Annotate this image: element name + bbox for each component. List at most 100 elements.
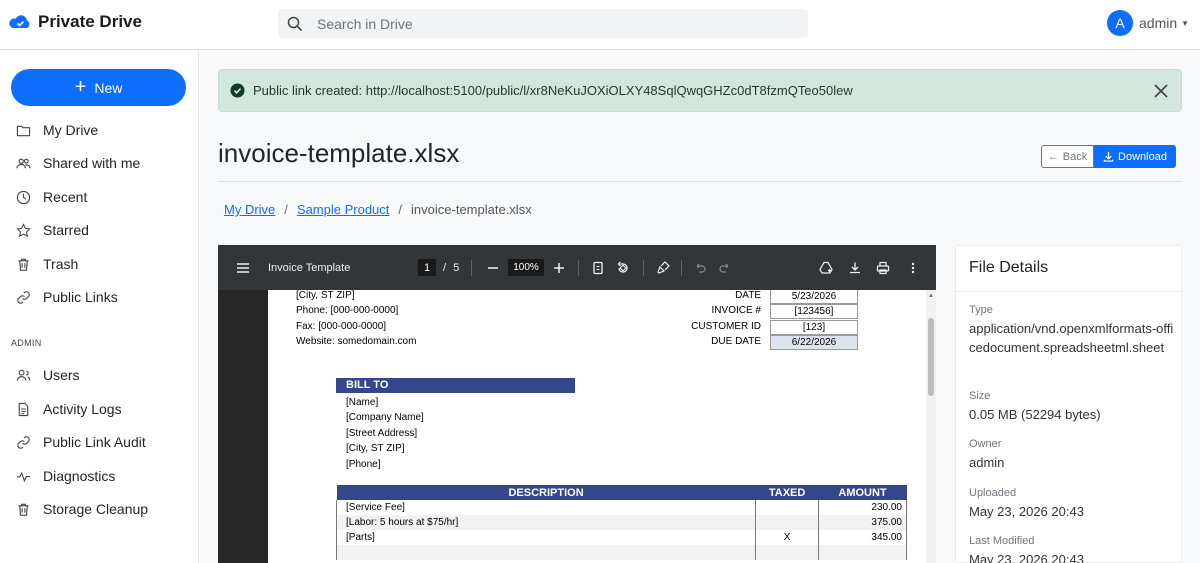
item-description: [Parts] [335,530,757,545]
sidebar-item-label: My Drive [43,122,99,138]
fit-page-icon[interactable] [591,245,605,290]
customer-id-label: CUSTOMER ID [691,321,761,332]
bill-to-line: [Phone] [346,459,381,470]
clock-icon [16,190,31,204]
address-line: Phone: [000-000-0000] [296,305,399,316]
item-taxed [755,500,820,515]
zoom-in-icon[interactable] [552,245,566,290]
more-options-icon[interactable] [906,245,920,290]
item-taxed [755,545,820,560]
toolbar-divider [578,260,579,276]
type-label: Type [969,304,993,316]
file-details-heading: File Details [969,259,1049,276]
viewer-scrollbar[interactable]: ▲ [926,290,936,563]
page-input-wrap: 1 / 5 [418,245,459,290]
sidebar-item-activity-logs[interactable]: Activity Logs [16,401,122,417]
page-separator: / [443,261,447,274]
avatar: A [1107,10,1133,36]
rotate-icon[interactable] [616,245,630,290]
sidebar-item-diagnostics[interactable]: Diagnostics [16,468,115,484]
zoom-wrap: 100% [508,245,544,290]
sidebar-item-label: Trash [43,256,79,272]
table-row: [Parts] X 345.00 [335,530,907,545]
menu-icon[interactable] [236,245,250,290]
breadcrumb-link-my-drive[interactable]: My Drive [224,202,275,217]
sidebar-item-my-drive[interactable]: My Drive [16,122,98,138]
column-header-amount: AMOUNT [818,485,907,500]
back-button[interactable]: ← Back [1041,145,1094,168]
download-icon [1103,151,1114,162]
check-circle-icon [230,83,245,98]
redo-icon[interactable] [718,245,732,290]
sidebar-item-shared[interactable]: Shared with me [16,155,140,171]
bill-to-line: [Street Address] [346,428,418,439]
pdf-page: [City, ST ZIP] Phone: [000-000-0000] Fax… [268,290,926,563]
item-taxed [755,515,820,530]
sidebar-item-users[interactable]: Users [16,367,80,383]
viewer-toolbar: Invoice Template 1 / 5 100% [218,245,936,290]
sidebar-item-label: Storage Cleanup [43,501,149,517]
print-icon[interactable] [876,245,890,290]
user-name: admin [1139,15,1178,31]
item-amount: 375.00 [818,515,907,530]
customer-id-value: [123] [770,320,858,335]
breadcrumb-current: invoice-template.xlsx [411,202,532,217]
size-value: 0.05 MB (52294 bytes) [969,407,1101,422]
pulse-icon [16,471,31,482]
scroll-up-icon[interactable]: ▲ [928,293,934,299]
new-button[interactable]: + New [11,69,186,106]
sidebar-item-starred[interactable]: Starred [16,222,89,238]
breadcrumb-link-sample-product[interactable]: Sample Product [297,202,390,217]
sidebar-item-public-link-audit[interactable]: Public Link Audit [16,434,146,450]
arrow-left-icon: ← [1047,150,1059,163]
download-icon[interactable] [848,245,862,290]
table-row [335,545,907,560]
chevron-down-icon: ▼ [1181,18,1190,28]
link-icon [17,290,30,304]
sidebar-item-label: Diagnostics [43,468,116,484]
divider [218,181,1182,182]
download-button-label: Download [1118,150,1167,163]
breadcrumb-separator: / [398,202,403,217]
item-taxed: X [755,530,820,545]
user-menu[interactable]: A admin ▼ [1107,10,1189,36]
type-value: application/vnd.openxmlformats-officedoc… [969,321,1174,355]
back-button-label: Back [1062,150,1088,163]
item-amount: 345.00 [818,530,907,545]
zoom-out-icon[interactable] [486,245,500,290]
bill-to-header: BILL TO [336,378,575,393]
sidebar-item-label: Starred [43,222,89,238]
save-to-drive-icon[interactable] [819,245,833,290]
close-icon[interactable] [1153,83,1169,99]
item-description: [Service Fee] [335,500,757,515]
sidebar-item-recent[interactable]: Recent [16,189,87,205]
bill-to-line: [Company Name] [346,412,424,423]
scroll-thumb[interactable] [928,318,934,396]
invoice-number-value: [123456] [770,304,858,319]
people-icon [16,157,31,168]
sidebar-item-trash[interactable]: Trash [16,256,78,272]
zoom-level-input[interactable]: 100% [508,259,544,276]
address-line: Fax: [000-000-0000] [296,321,387,332]
trash-icon [18,258,29,271]
sidebar-item-public-links[interactable]: Public Links [16,289,118,305]
owner-value: admin [969,455,1005,470]
sidebar-item-storage-cleanup[interactable]: Storage Cleanup [16,501,148,517]
divider [956,291,1183,292]
sidebar-item-label: Users [43,367,80,383]
download-button[interactable]: Download [1094,145,1176,168]
pdf-canvas[interactable]: [City, ST ZIP] Phone: [000-000-0000] Fax… [218,290,936,563]
last-modified-label: Last Modified [969,535,1035,547]
invoice-number-label: INVOICE # [711,305,761,316]
sidebar-item-label: Public Link Audit [43,434,146,450]
star-icon [16,222,31,237]
search-icon [287,16,303,31]
brand[interactable]: Private Drive [8,12,142,32]
search-input[interactable] [317,15,797,32]
plus-icon: + [74,75,87,98]
page-number-input[interactable]: 1 [418,259,436,276]
annotate-icon[interactable] [656,245,670,290]
undo-icon[interactable] [693,245,707,290]
invoice-items-table: DESCRIPTION TAXED AMOUNT [Service Fee] 2… [335,485,907,560]
alert-message: Public link created: http://localhost:51… [253,83,853,98]
